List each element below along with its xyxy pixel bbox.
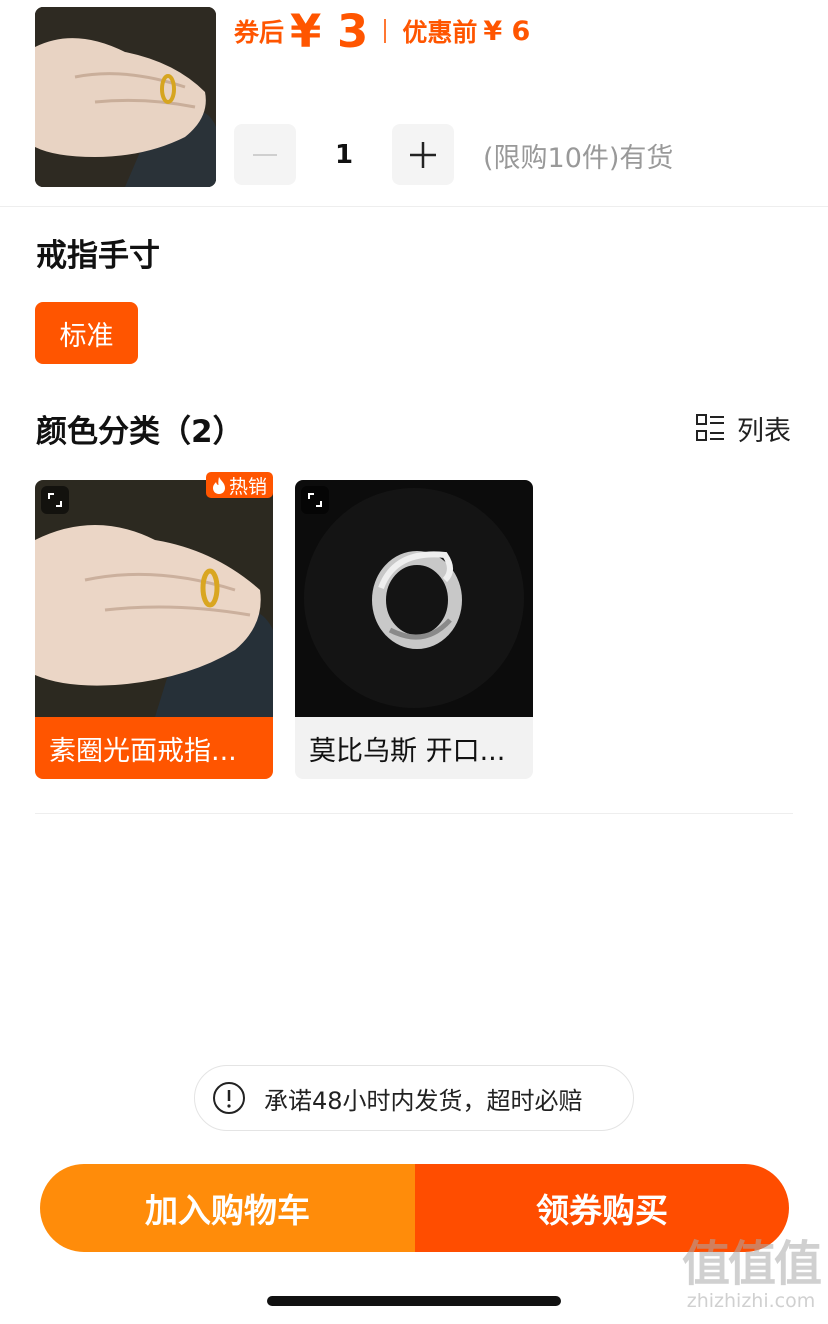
divider <box>35 813 793 814</box>
hot-sale-badge: 热销 <box>205 472 273 498</box>
ring-size-title: 戒指手寸 <box>36 238 160 274</box>
flame-icon <box>212 476 225 494</box>
stock-status: (限购10件)有货 <box>483 142 674 174</box>
after-coupon-label: 券后 <box>234 18 285 47</box>
watermark-logo: 值值值 <box>681 1236 822 1292</box>
after-coupon-price: ¥ 3 <box>290 4 369 58</box>
expand-icon[interactable] <box>301 486 329 514</box>
color-option-caption: 莫比乌斯 开口... <box>295 717 533 779</box>
silver-ring-image <box>295 480 533 717</box>
list-view-toggle[interactable]: 列表 <box>695 408 791 448</box>
price-row: 券后 ¥ 3 优惠前 ¥ 6 <box>234 6 530 56</box>
list-view-label: 列表 <box>737 415 791 447</box>
list-view-icon <box>696 414 724 441</box>
quantity-value[interactable]: 1 <box>310 132 378 178</box>
product-thumbnail[interactable] <box>35 7 216 187</box>
before-discount-label: 优惠前 <box>402 18 478 47</box>
add-to-cart-button[interactable]: 加入购物车 <box>40 1164 415 1252</box>
expand-arrows-glyph <box>308 493 322 507</box>
decrease-quantity-button[interactable] <box>234 124 296 185</box>
watermark: 值值值 zhizhizhi.com <box>676 1238 826 1312</box>
plus-icon <box>410 141 436 168</box>
hot-sale-label: 热销 <box>228 475 267 498</box>
hand-with-ring-image <box>35 7 216 187</box>
before-discount-price: ¥ 6 <box>483 15 531 47</box>
price-divider <box>384 19 387 43</box>
home-indicator[interactable] <box>267 1296 561 1306</box>
color-option-plain-ring[interactable]: 素圈光面戒指... 热销 <box>35 472 273 779</box>
expand-icon[interactable] <box>41 486 69 514</box>
shipping-promise-text: 承诺48小时内发货，超时必赔 <box>264 1086 583 1115</box>
expand-arrows-glyph <box>48 493 62 507</box>
divider <box>0 206 828 207</box>
hand-with-gold-ring-image <box>35 480 273 717</box>
color-category-title: 颜色分类（2） <box>36 414 244 450</box>
shipping-promise-notice: 承诺48小时内发货，超时必赔 <box>194 1065 634 1131</box>
minus-icon <box>253 153 277 156</box>
mobius-ring-image <box>295 480 533 717</box>
size-option-standard[interactable]: 标准 <box>35 302 138 364</box>
plain-ring-image <box>35 480 273 717</box>
size-option-label: 标准 <box>59 320 114 352</box>
watermark-url: zhizhizhi.com <box>686 1290 816 1312</box>
increase-quantity-button[interactable] <box>392 124 454 185</box>
alert-circle-icon <box>213 1082 245 1114</box>
color-option-caption: 素圈光面戒指... <box>35 717 273 779</box>
color-option-mobius-ring[interactable]: 莫比乌斯 开口... <box>295 480 533 779</box>
